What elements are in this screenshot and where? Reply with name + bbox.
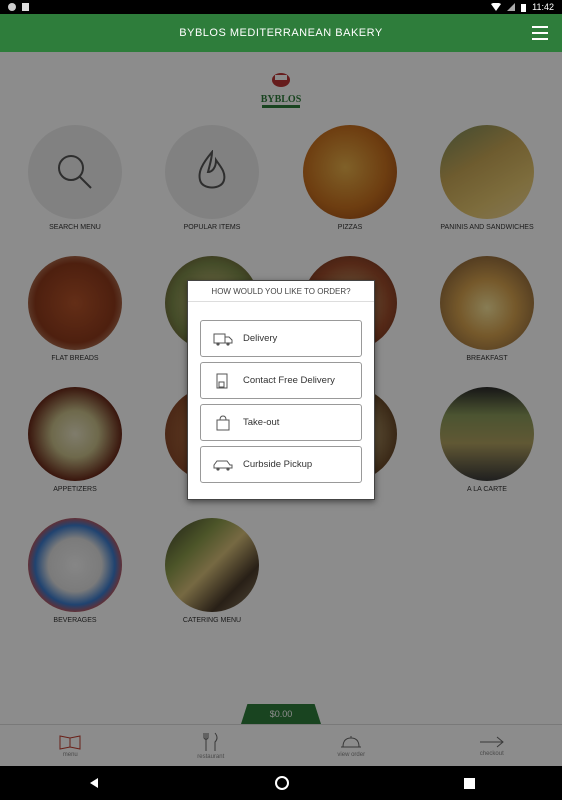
truck-icon xyxy=(213,333,233,346)
status-time: 11:42 xyxy=(532,2,554,12)
option-label: Take-out xyxy=(243,417,280,428)
app-title: BYBLOS MEDITERRANEAN BAKERY xyxy=(179,27,383,39)
car-icon xyxy=(213,460,233,471)
take-out-option-button[interactable]: Take-out xyxy=(200,404,362,441)
android-nav-bar xyxy=(0,766,562,800)
door-package-icon xyxy=(216,373,228,388)
notification-icon xyxy=(8,3,16,11)
sim-icon xyxy=(22,3,29,11)
battery-icon xyxy=(521,3,527,12)
option-label: Curbside Pickup xyxy=(243,459,313,470)
contact-free-delivery-option-button[interactable]: Contact Free Delivery xyxy=(200,362,362,399)
wifi-icon xyxy=(491,3,502,11)
option-label: Delivery xyxy=(243,333,278,344)
dialog-title: HOW WOULD YOU LIKE TO ORDER? xyxy=(188,281,374,302)
bag-icon xyxy=(216,414,230,430)
curbside-pickup-option-button[interactable]: Curbside Pickup xyxy=(200,446,362,483)
back-icon[interactable] xyxy=(88,777,100,789)
order-type-dialog: HOW WOULD YOU LIKE TO ORDER? Delivery Co… xyxy=(187,280,375,500)
delivery-option-button[interactable]: Delivery xyxy=(200,320,362,357)
recents-icon[interactable] xyxy=(463,777,475,789)
option-label: Contact Free Delivery xyxy=(243,375,335,386)
status-bar: 11:42 xyxy=(0,0,562,14)
app-header: BYBLOS MEDITERRANEAN BAKERY xyxy=(0,14,562,52)
signal-icon xyxy=(507,3,516,11)
home-icon[interactable] xyxy=(274,776,289,790)
hamburger-menu-icon[interactable] xyxy=(532,26,548,40)
